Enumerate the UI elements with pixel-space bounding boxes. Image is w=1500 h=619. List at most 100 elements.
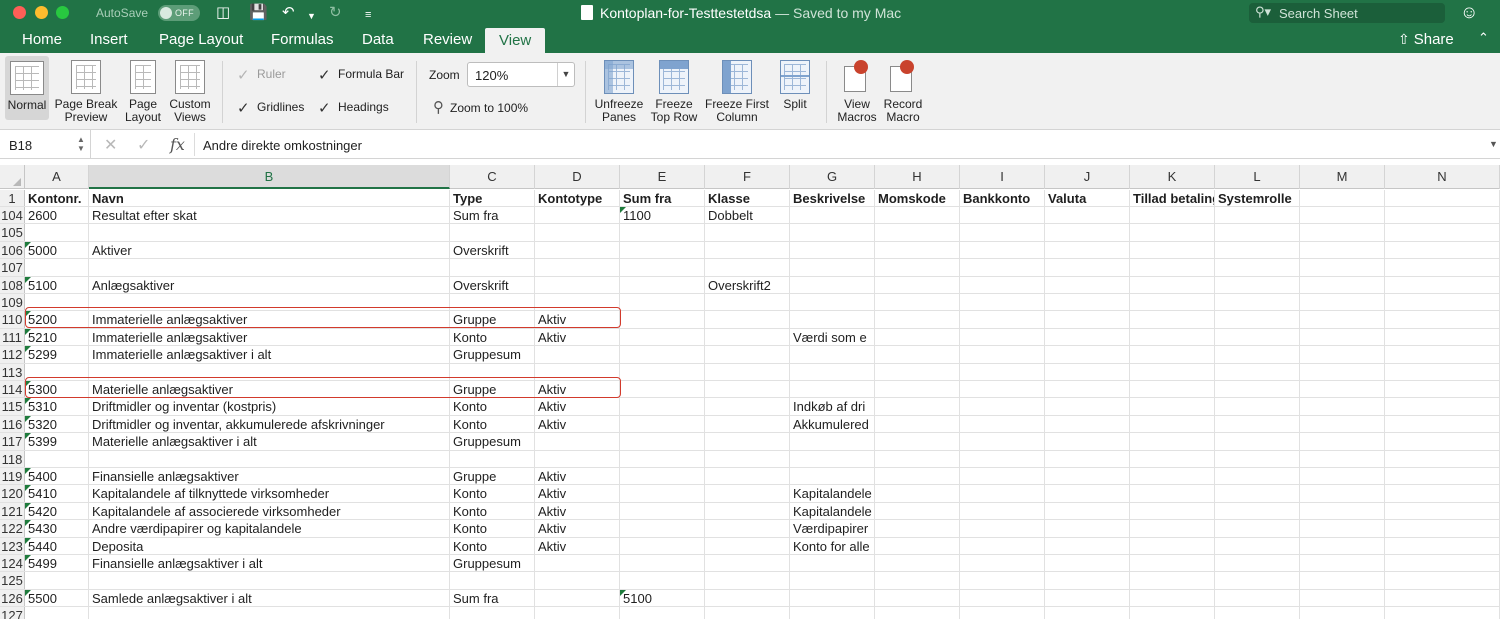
cell-b[interactable]: Immaterielle anlægsaktiver (89, 328, 450, 346)
cell-n[interactable] (1385, 276, 1500, 293)
cell-f[interactable] (705, 346, 790, 363)
cell-c[interactable] (450, 607, 535, 619)
cell-h[interactable] (875, 450, 960, 467)
cell-c[interactable]: Konto (450, 328, 535, 346)
confirm-icon[interactable]: ✓ (137, 135, 150, 155)
ruler-checkbox[interactable]: ✓ Ruler (237, 67, 286, 83)
zoom-to-100-button[interactable]: ⚲ Zoom to 100% (433, 98, 528, 116)
cell-a[interactable]: 5400 (25, 468, 89, 485)
cell-b[interactable]: Kapitalandele af tilknyttede virksomhede… (89, 485, 450, 502)
cell-d[interactable]: Aktiv (535, 502, 620, 520)
cell-n[interactable] (1385, 241, 1500, 259)
cell-n[interactable] (1385, 607, 1500, 619)
cell-b[interactable]: Immaterielle anlægsaktiver i alt (89, 346, 450, 363)
cell-k[interactable] (1130, 502, 1215, 520)
cell-i[interactable] (960, 537, 1045, 554)
cell-d[interactable] (535, 555, 620, 572)
collapse-ribbon-icon[interactable]: ⌃ (1478, 30, 1489, 46)
cell-e[interactable] (620, 572, 705, 589)
cell-a[interactable]: 5000 (25, 241, 89, 259)
cell-c[interactable] (450, 572, 535, 589)
cell-j[interactable] (1045, 433, 1130, 450)
cell-a[interactable] (25, 572, 89, 589)
cell-l[interactable] (1215, 468, 1300, 485)
cell-e[interactable] (620, 346, 705, 363)
row-header[interactable]: 1 (0, 190, 25, 206)
column-header-f[interactable]: F (705, 165, 790, 189)
cell-e[interactable] (620, 241, 705, 259)
autosave-toggle[interactable]: OFF (158, 5, 200, 21)
close-window-button[interactable] (13, 6, 26, 19)
cell-i[interactable] (960, 241, 1045, 259)
cell-h[interactable] (875, 433, 960, 450)
row-header[interactable]: 127 (0, 607, 25, 619)
cell-l[interactable] (1215, 572, 1300, 589)
cell-a[interactable]: 5210 (25, 328, 89, 346)
cell-b[interactable] (89, 572, 450, 589)
cell-h[interactable] (875, 346, 960, 363)
cell-d[interactable] (535, 589, 620, 607)
cell-k[interactable] (1130, 537, 1215, 554)
cell-i[interactable] (960, 607, 1045, 619)
cell-m[interactable] (1300, 346, 1385, 363)
cell-n[interactable] (1385, 537, 1500, 554)
cell-e[interactable] (620, 415, 705, 433)
name-box[interactable]: B18 ▲ ▼ (0, 130, 91, 159)
cell-l[interactable] (1215, 311, 1300, 328)
gridlines-checkbox[interactable]: ✓ Gridlines (237, 100, 304, 116)
cell-f[interactable] (705, 259, 790, 276)
cell-d[interactable] (535, 241, 620, 259)
cell-c[interactable]: Type (450, 190, 535, 206)
cell-e[interactable] (620, 502, 705, 520)
column-header-k[interactable]: K (1130, 165, 1215, 189)
cell-e[interactable]: Sum fra (620, 190, 705, 206)
formula-bar-checkbox[interactable]: ✓ Formula Bar (318, 67, 404, 83)
cell-l[interactable] (1215, 450, 1300, 467)
tab-formulas[interactable]: Formulas (271, 31, 334, 48)
cell-d[interactable] (535, 346, 620, 363)
cell-a[interactable]: 5100 (25, 276, 89, 293)
cell-f[interactable] (705, 294, 790, 311)
column-header-b[interactable]: B (89, 165, 450, 189)
cell-g[interactable] (790, 555, 875, 572)
cell-a[interactable] (25, 450, 89, 467)
cell-k[interactable] (1130, 468, 1215, 485)
cancel-icon[interactable]: ✕ (104, 135, 117, 155)
cell-g[interactable]: Akkumulered (790, 415, 875, 433)
cell-a[interactable]: 5320 (25, 415, 89, 433)
save-icon[interactable]: 💾 (249, 4, 268, 22)
row-header[interactable]: 120 (0, 485, 25, 502)
cell-a[interactable]: 5399 (25, 433, 89, 450)
cell-f[interactable] (705, 433, 790, 450)
cell-n[interactable] (1385, 224, 1500, 241)
cell-i[interactable] (960, 328, 1045, 346)
cell-c[interactable] (450, 224, 535, 241)
cell-e[interactable] (620, 276, 705, 293)
cell-b[interactable] (89, 450, 450, 467)
redo-icon[interactable]: ↻ (329, 4, 342, 22)
cell-h[interactable] (875, 224, 960, 241)
cell-k[interactable] (1130, 259, 1215, 276)
cell-d[interactable] (535, 433, 620, 450)
cell-g[interactable]: Værdi som e (790, 328, 875, 346)
cell-g[interactable] (790, 346, 875, 363)
column-header-h[interactable]: H (875, 165, 960, 189)
insert-function-button[interactable]: fx (170, 135, 185, 154)
cell-h[interactable] (875, 259, 960, 276)
cell-n[interactable] (1385, 589, 1500, 607)
column-header-a[interactable]: A (25, 165, 89, 189)
cell-i[interactable] (960, 485, 1045, 502)
cell-f[interactable] (705, 311, 790, 328)
cell-l[interactable] (1215, 415, 1300, 433)
cell-m[interactable] (1300, 294, 1385, 311)
page-break-preview-button[interactable]: Page Break Preview (53, 53, 119, 124)
cell-c[interactable]: Konto (450, 415, 535, 433)
cell-i[interactable] (960, 415, 1045, 433)
record-macro-button[interactable]: Record Macro (880, 53, 926, 124)
cell-g[interactable] (790, 276, 875, 293)
cell-c[interactable]: Gruppe (450, 468, 535, 485)
cell-f[interactable] (705, 572, 790, 589)
unfreeze-panes-button[interactable]: Unfreeze Panes (592, 53, 646, 124)
cell-g[interactable] (790, 224, 875, 241)
cell-l[interactable] (1215, 224, 1300, 241)
